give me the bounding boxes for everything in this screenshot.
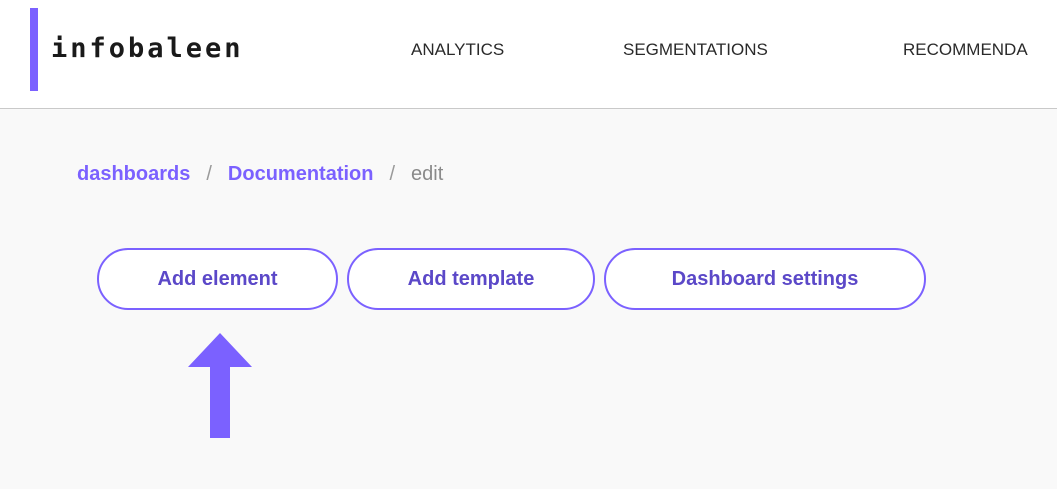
breadcrumb-documentation[interactable]: Documentation bbox=[228, 163, 374, 185]
add-template-button[interactable]: Add template bbox=[347, 248, 595, 310]
breadcrumb-separator: / bbox=[206, 163, 212, 185]
top-navigation-bar: infobaleen ANALYTICS SEGMENTATIONS RECOM… bbox=[0, 0, 1057, 109]
breadcrumb-current-edit: edit bbox=[411, 163, 444, 185]
breadcrumb-separator: / bbox=[389, 163, 396, 185]
nav-recommendations[interactable]: RECOMMENDA bbox=[903, 38, 1028, 62]
add-element-button[interactable]: Add element bbox=[97, 248, 338, 310]
up-arrow-icon bbox=[188, 333, 252, 438]
brand-accent-bar bbox=[30, 8, 38, 91]
dashboard-settings-button[interactable]: Dashboard settings bbox=[604, 248, 926, 310]
brand-logo[interactable]: infobaleen bbox=[51, 29, 244, 69]
nav-segmentations[interactable]: SEGMENTATIONS bbox=[623, 38, 768, 62]
breadcrumb-dashboards[interactable]: dashboards bbox=[77, 163, 190, 185]
breadcrumb: dashboards / Documentation / edit bbox=[77, 160, 443, 188]
nav-analytics[interactable]: ANALYTICS bbox=[411, 38, 504, 62]
up-arrow-icon-shape bbox=[188, 333, 252, 438]
